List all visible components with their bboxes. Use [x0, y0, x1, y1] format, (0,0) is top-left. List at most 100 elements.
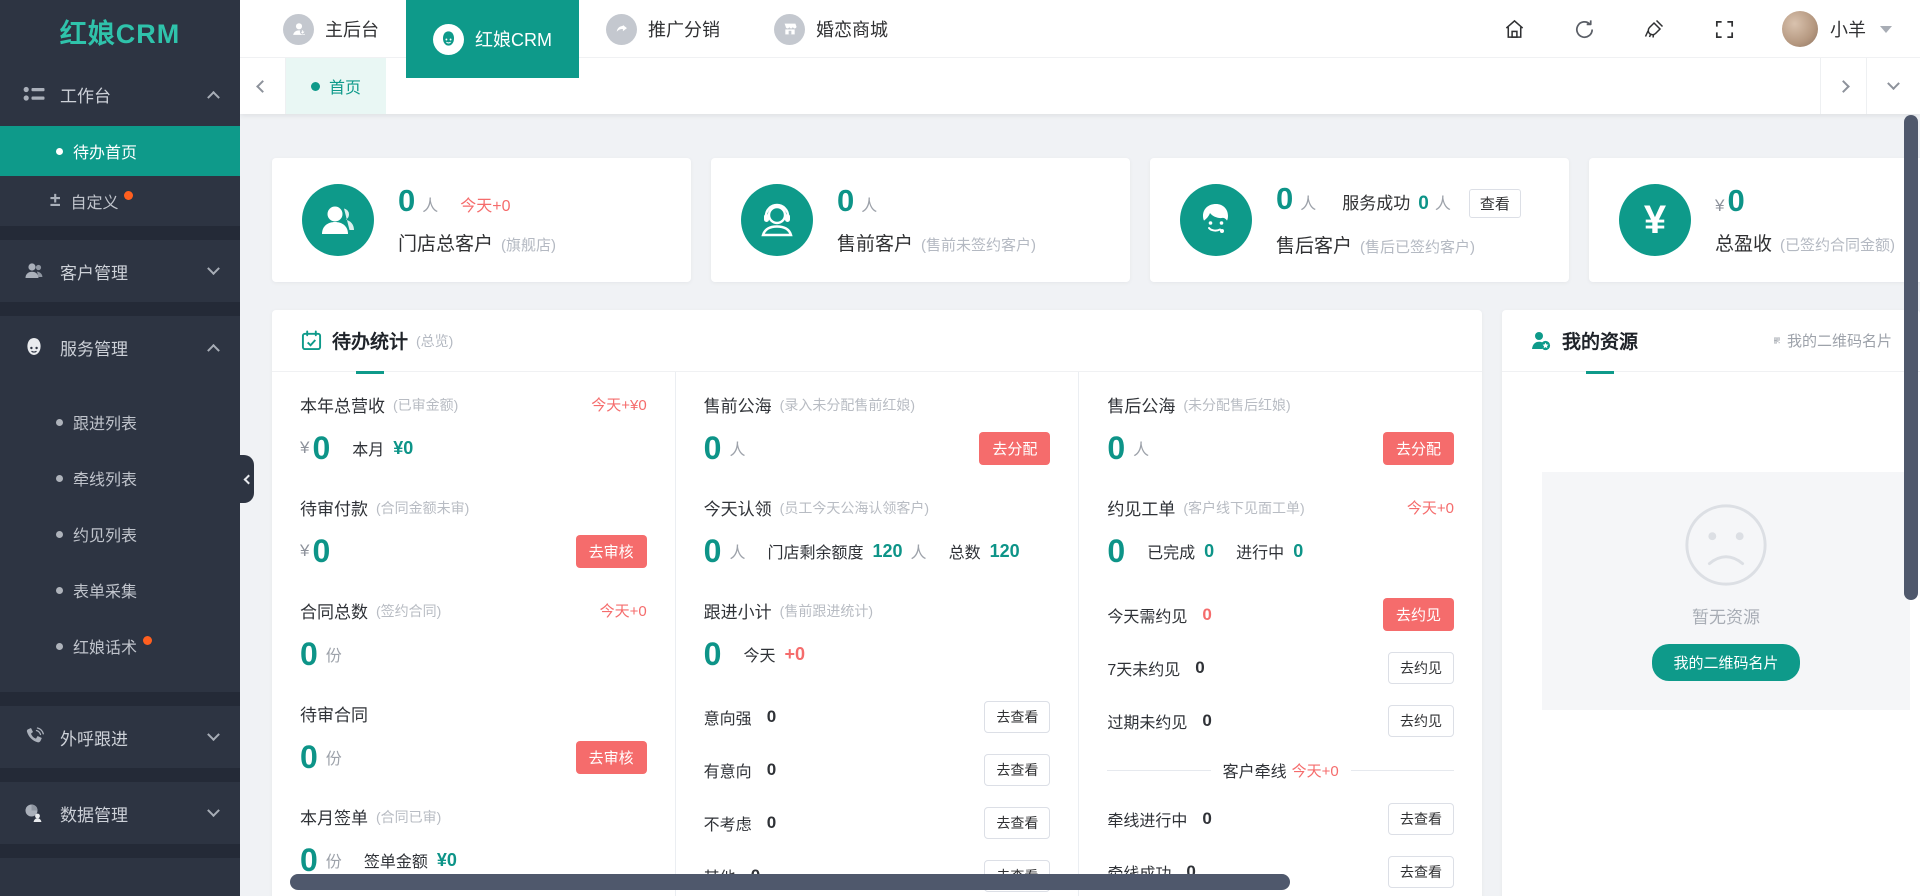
go-meet-button[interactable]: 去约见	[1388, 652, 1454, 684]
sidebar-item-todo-home[interactable]: 待办首页	[0, 126, 240, 176]
row-value: 0	[767, 813, 776, 833]
row-value: 0	[1202, 809, 1211, 829]
chevron-down-icon	[207, 262, 220, 275]
tab-main-admin[interactable]: 主后台	[256, 0, 406, 58]
sidebar-item-meet-list[interactable]: 约见列表	[0, 506, 240, 562]
customer-icon	[22, 261, 46, 281]
sidebar-separator	[0, 768, 240, 782]
person-icon	[283, 14, 314, 45]
stat-value: 0	[837, 185, 854, 216]
tab-marriage-mall[interactable]: 婚恋商城	[747, 0, 915, 58]
horizontal-scrollbar-thumb[interactable]	[290, 874, 1290, 890]
sidebar-separator	[0, 844, 240, 858]
doing-label: 进行中	[1236, 539, 1284, 563]
empty-resources-box: 暂无资源 我的二维码名片	[1542, 472, 1910, 710]
stat-card-body: ¥ 0 总盈收 (已签约合同金额)	[1715, 185, 1895, 256]
chevron-left-icon	[256, 80, 269, 93]
stat-card-store-customers: 0 人 今天+0 门店总客户 (旗舰店)	[272, 158, 691, 282]
clean-icon[interactable]	[1642, 17, 1666, 41]
my-qr-link[interactable]: 我的二维码名片	[1774, 330, 1892, 351]
sidebar-item-workbench[interactable]: 工作台	[0, 62, 240, 126]
sidebar-item-data-mgmt[interactable]: 数据管理	[0, 782, 240, 844]
tags-scroll-left-button[interactable]	[240, 58, 286, 114]
metric-subtitle: (售前跟进统计)	[780, 601, 873, 621]
go-meet-button[interactable]: 去约见	[1388, 705, 1454, 737]
fullscreen-icon[interactable]	[1712, 17, 1736, 41]
metric-presale-pool: 售前公海 (录入未分配售前红娘) 0 人 去分配	[704, 392, 1051, 466]
currency-symbol: ¥	[1715, 196, 1724, 216]
tab-promotion[interactable]: 推广分销	[579, 0, 747, 58]
quota-value: 120	[873, 541, 903, 562]
chevron-down-icon	[207, 804, 220, 817]
go-assign-button[interactable]: 去分配	[1383, 432, 1454, 465]
sidebar-item-label: 客户管理	[60, 259, 209, 284]
metric-subtitle: (合同金额未审)	[376, 498, 469, 518]
phone-icon	[22, 727, 46, 747]
go-assign-button[interactable]: 去分配	[979, 432, 1050, 465]
sign-amount-value: ¥0	[437, 850, 457, 871]
metric-unit: 份	[326, 848, 342, 872]
agent-icon	[1180, 184, 1252, 256]
sidebar-separator	[0, 302, 240, 316]
sidebar-item-form-collect[interactable]: 表单采集	[0, 562, 240, 618]
sidebar-collapse-handle[interactable]	[240, 455, 254, 503]
go-view-button[interactable]: 去查看	[1388, 856, 1454, 888]
quota-label: 门店剩余额度	[767, 539, 863, 563]
my-qr-card-button[interactable]: 我的二维码名片	[1652, 644, 1799, 681]
doing-value: 0	[1293, 541, 1303, 562]
go-view-button[interactable]: 去查看	[984, 754, 1050, 786]
go-meet-button[interactable]: 去约见	[1383, 598, 1454, 631]
stat-cards-row: 0 人 今天+0 门店总客户 (旗舰店) 0 人 售前客	[272, 158, 1920, 282]
service-success-unit: 人	[1435, 190, 1451, 214]
go-view-button[interactable]: 去查看	[984, 807, 1050, 839]
home-icon[interactable]	[1502, 17, 1526, 41]
panel-body: 本年总营收 (已审金额) 今天+¥0 ¥ 0 本月 ¥0 待审付款 (合同金额未…	[272, 372, 1482, 896]
stat-value: 0	[1276, 183, 1293, 214]
chevron-right-icon	[1837, 80, 1850, 93]
metric-month-sign: 本月签单 (合同已审) 0 份 签单金额 ¥0	[300, 804, 647, 878]
metric-title: 售前公海	[704, 392, 772, 417]
sidebar-item-outbound-follow[interactable]: 外呼跟进	[0, 706, 240, 768]
currency-symbol: ¥	[300, 541, 309, 561]
notification-dot	[143, 636, 152, 645]
sidebar-item-custom[interactable]: ± 自定义	[0, 176, 240, 226]
today-label: 今天	[743, 642, 775, 666]
view-button[interactable]: 查看	[1469, 189, 1521, 218]
bullet-icon	[56, 643, 63, 650]
vertical-scrollbar-thumb[interactable]	[1904, 115, 1918, 600]
metric-title: 今天认领	[704, 495, 772, 520]
go-view-button[interactable]: 去查看	[1388, 803, 1454, 835]
service-success-label: 服务成功	[1342, 189, 1410, 214]
sidebar-separator	[0, 692, 240, 706]
divider-label: 客户牵线	[1223, 758, 1287, 782]
metric-today-delta: 今天+¥0	[591, 394, 646, 415]
tag-label: 首页	[329, 74, 361, 98]
go-review-button[interactable]: 去审核	[576, 741, 647, 774]
sidebar-item-match-list[interactable]: 牵线列表	[0, 450, 240, 506]
quota-unit: 人	[911, 539, 927, 563]
tab-matchmaker-crm[interactable]: 红娘CRM	[406, 0, 579, 78]
shop-icon	[774, 14, 805, 45]
sidebar-item-label: 红娘话术	[73, 634, 137, 658]
stat-today-delta: 今天+0	[460, 192, 510, 216]
user-menu[interactable]: 小羊	[1782, 11, 1892, 47]
refresh-icon[interactable]	[1572, 17, 1596, 41]
user-avatar	[1782, 11, 1818, 47]
tag-home[interactable]: 首页	[286, 58, 386, 114]
panel-title: 我的资源	[1562, 327, 1638, 354]
tags-scroll-right-button[interactable]	[1820, 58, 1866, 114]
user-name: 小羊	[1830, 16, 1866, 42]
stat-title: 售前客户	[837, 229, 913, 256]
sidebar-item-follow-list[interactable]: 跟进列表	[0, 394, 240, 450]
panel-title: 待办统计	[332, 327, 408, 354]
metric-unit: 人	[729, 436, 745, 460]
go-review-button[interactable]: 去审核	[576, 535, 647, 568]
sidebar-item-customer-mgmt[interactable]: 客户管理	[0, 240, 240, 302]
metric-unit: 份	[326, 745, 342, 769]
sidebar-item-service-mgmt[interactable]: 服务管理	[0, 316, 240, 378]
tags-menu-button[interactable]	[1866, 58, 1920, 114]
bullet-icon	[56, 475, 63, 482]
go-view-button[interactable]: 去查看	[984, 701, 1050, 733]
sidebar-item-matchmaker-script[interactable]: 红娘话术	[0, 618, 240, 674]
metric-title: 合同总数	[300, 598, 368, 623]
